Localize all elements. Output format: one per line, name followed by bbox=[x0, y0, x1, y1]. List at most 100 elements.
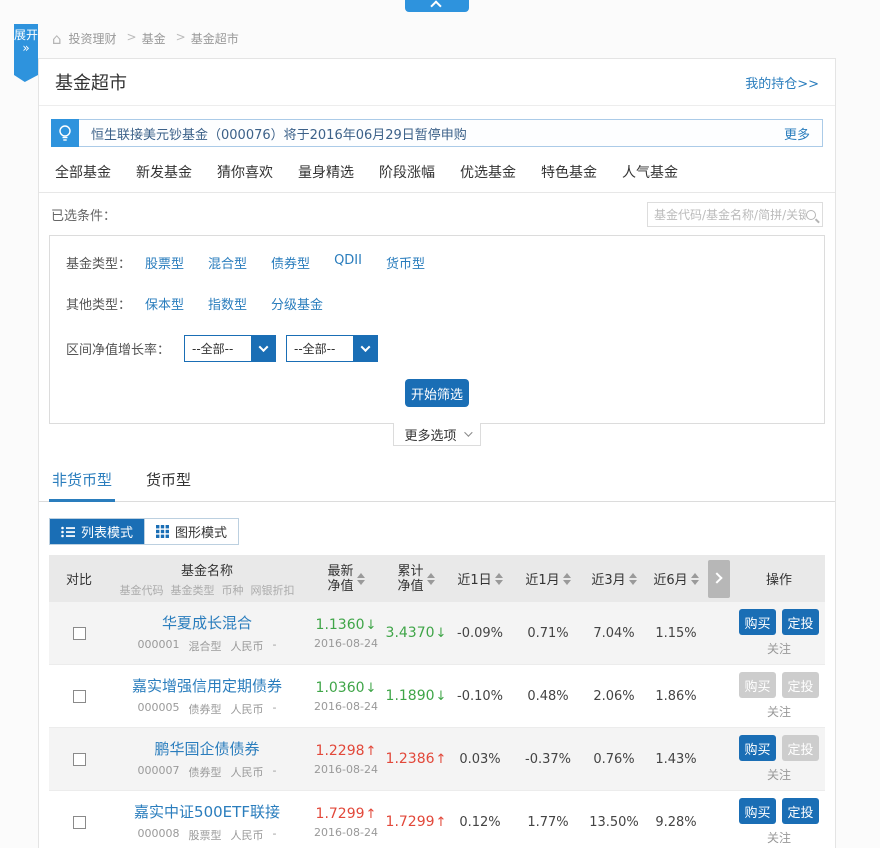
sort-icon[interactable] bbox=[691, 573, 699, 585]
list-mode-button[interactable]: 列表模式 bbox=[50, 519, 144, 544]
invest-button[interactable]: 定投 bbox=[782, 672, 819, 698]
fund-name-link[interactable]: 嘉实中证500ETF联接 bbox=[134, 801, 280, 822]
header-compare: 对比 bbox=[49, 569, 109, 588]
buy-button[interactable]: 购买 bbox=[739, 672, 776, 698]
month1-value: 1.77% bbox=[515, 815, 581, 830]
category-tab[interactable]: 阶段涨幅 bbox=[379, 162, 435, 182]
fund-search-box bbox=[647, 202, 823, 227]
start-filter-button[interactable]: 开始筛选 bbox=[405, 379, 469, 407]
category-tab[interactable]: 全部基金 bbox=[55, 162, 111, 182]
sort-icon[interactable] bbox=[427, 573, 435, 585]
fund-name-link[interactable]: 华夏成长混合 bbox=[162, 612, 252, 633]
fund-discount: - bbox=[273, 764, 277, 780]
header-latest-nav[interactable]: 最新 净值 bbox=[305, 564, 387, 594]
header-month1[interactable]: 近1月 bbox=[515, 569, 581, 588]
month1-value: 0.71% bbox=[515, 626, 581, 641]
sort-icon[interactable] bbox=[563, 573, 571, 585]
category-tab[interactable]: 新发基金 bbox=[136, 162, 192, 182]
my-holdings-link[interactable]: 我的持仓>> bbox=[745, 73, 819, 92]
nav-date: 2016-08-24 bbox=[314, 637, 378, 650]
fund-type-option[interactable]: 混合型 bbox=[208, 253, 247, 272]
invest-button[interactable]: 定投 bbox=[782, 609, 819, 635]
follow-link[interactable]: 关注 bbox=[767, 703, 791, 720]
other-type-option[interactable]: 指数型 bbox=[208, 294, 247, 313]
compare-checkbox[interactable] bbox=[73, 690, 86, 703]
header-fund-name-sub: 网银折扣 bbox=[251, 582, 295, 598]
more-options-button[interactable]: 更多选项 bbox=[393, 423, 481, 446]
invest-button[interactable]: 定投 bbox=[782, 735, 819, 761]
fund-name-link[interactable]: 鹏华国企债债券 bbox=[154, 738, 259, 759]
table-row: 嘉实增强信用定期债券 000005 债券型 人民币 - 1.0360 2016-… bbox=[49, 665, 825, 728]
header-accum-nav[interactable]: 累计 净值 bbox=[387, 564, 445, 594]
month6-value: 9.28% bbox=[647, 815, 705, 830]
nav-date: 2016-08-24 bbox=[314, 763, 378, 776]
next-columns-button[interactable] bbox=[708, 560, 730, 598]
category-tab[interactable]: 量身精选 bbox=[298, 162, 354, 182]
breadcrumb-item[interactable]: 基金 bbox=[142, 30, 166, 47]
list-icon bbox=[61, 526, 75, 538]
sort-icon[interactable] bbox=[495, 573, 503, 585]
breadcrumb-item[interactable]: 投资理财 bbox=[69, 30, 117, 47]
sort-icon[interactable] bbox=[357, 573, 365, 585]
category-tab[interactable]: 特色基金 bbox=[541, 162, 597, 182]
result-type-tab[interactable]: 非货币型 bbox=[49, 459, 115, 502]
fund-type: 股票型 bbox=[189, 827, 222, 843]
buy-button[interactable]: 购买 bbox=[739, 609, 776, 635]
growth-to-value: --全部-- bbox=[287, 336, 353, 361]
fund-type-option[interactable]: 股票型 bbox=[145, 253, 184, 272]
fund-search-input[interactable] bbox=[654, 208, 806, 222]
header-fund-name: 基金名称 基金代码基金类型币种网银折扣 bbox=[109, 560, 305, 598]
follow-link[interactable]: 关注 bbox=[767, 640, 791, 657]
notice-link[interactable]: 恒生联接美元钞基金（000076）将于2016年06月29日暂停申购 bbox=[79, 124, 784, 143]
fund-code: 000001 bbox=[138, 638, 180, 654]
fund-type-option[interactable]: 货币型 bbox=[386, 253, 425, 272]
latest-nav-value: 1.1360 bbox=[316, 617, 377, 633]
fund-type: 债券型 bbox=[189, 764, 222, 780]
follow-link[interactable]: 关注 bbox=[767, 766, 791, 783]
header-month6[interactable]: 近6月 bbox=[647, 569, 705, 588]
buy-button[interactable]: 购买 bbox=[739, 735, 776, 761]
nav-date: 2016-08-24 bbox=[314, 700, 378, 713]
grid-mode-button[interactable]: 图形模式 bbox=[144, 519, 238, 544]
result-type-tab[interactable]: 货币型 bbox=[143, 459, 194, 502]
table-row: 嘉实中证500ETF联接 000008 股票型 人民币 - 1.7299 201… bbox=[49, 791, 825, 848]
fund-currency: 人民币 bbox=[231, 764, 264, 780]
month3-value: 2.06% bbox=[581, 689, 647, 704]
other-type-option[interactable]: 分级基金 bbox=[271, 294, 323, 313]
compare-checkbox[interactable] bbox=[73, 627, 86, 640]
fund-currency: 人民币 bbox=[231, 638, 264, 654]
accum-nav-value: 1.2386 bbox=[386, 751, 447, 767]
category-tab[interactable]: 猜你喜欢 bbox=[217, 162, 273, 182]
header-action: 操作 bbox=[733, 569, 825, 588]
accum-nav-value: 1.1890 bbox=[386, 688, 447, 704]
view-mode-row: 列表模式 图形模式 bbox=[39, 502, 835, 555]
accum-nav-value: 3.4370 bbox=[386, 625, 447, 641]
compare-checkbox[interactable] bbox=[73, 753, 86, 766]
fund-type-option[interactable]: 债券型 bbox=[271, 253, 310, 272]
header-day1[interactable]: 近1日 bbox=[445, 569, 515, 588]
header-month3[interactable]: 近3月 bbox=[581, 569, 647, 588]
growth-from-select[interactable]: --全部-- bbox=[184, 335, 276, 362]
grid-icon bbox=[156, 525, 169, 538]
fund-type-option[interactable]: QDII bbox=[334, 253, 362, 272]
chevron-right-icon bbox=[711, 572, 722, 583]
growth-to-select[interactable]: --全部-- bbox=[286, 335, 378, 362]
sort-icon[interactable] bbox=[629, 573, 637, 585]
result-type-tabs: 非货币型 货币型 bbox=[39, 459, 835, 502]
invest-button[interactable]: 定投 bbox=[782, 798, 819, 824]
fund-discount: - bbox=[273, 638, 277, 654]
breadcrumb-separator: > bbox=[176, 30, 186, 47]
notice-more-link[interactable]: 更多 bbox=[784, 124, 822, 143]
month6-value: 1.43% bbox=[647, 752, 705, 767]
filter-panel: 基金类型： 股票型 混合型 债券型 QDII 货币型 其他类型： bbox=[49, 235, 825, 424]
fund-name-link[interactable]: 嘉实增强信用定期债券 bbox=[132, 675, 282, 696]
table-row: 鹏华国企债债券 000007 债券型 人民币 - 1.2298 2016-08-… bbox=[49, 728, 825, 791]
category-tab[interactable]: 人气基金 bbox=[622, 162, 678, 182]
search-icon[interactable] bbox=[806, 210, 816, 220]
follow-link[interactable]: 关注 bbox=[767, 829, 791, 846]
other-type-option[interactable]: 保本型 bbox=[145, 294, 184, 313]
compare-checkbox[interactable] bbox=[73, 816, 86, 829]
breadcrumb-item[interactable]: 基金超市 bbox=[191, 30, 239, 47]
buy-button[interactable]: 购买 bbox=[739, 798, 776, 824]
category-tab[interactable]: 优选基金 bbox=[460, 162, 516, 182]
